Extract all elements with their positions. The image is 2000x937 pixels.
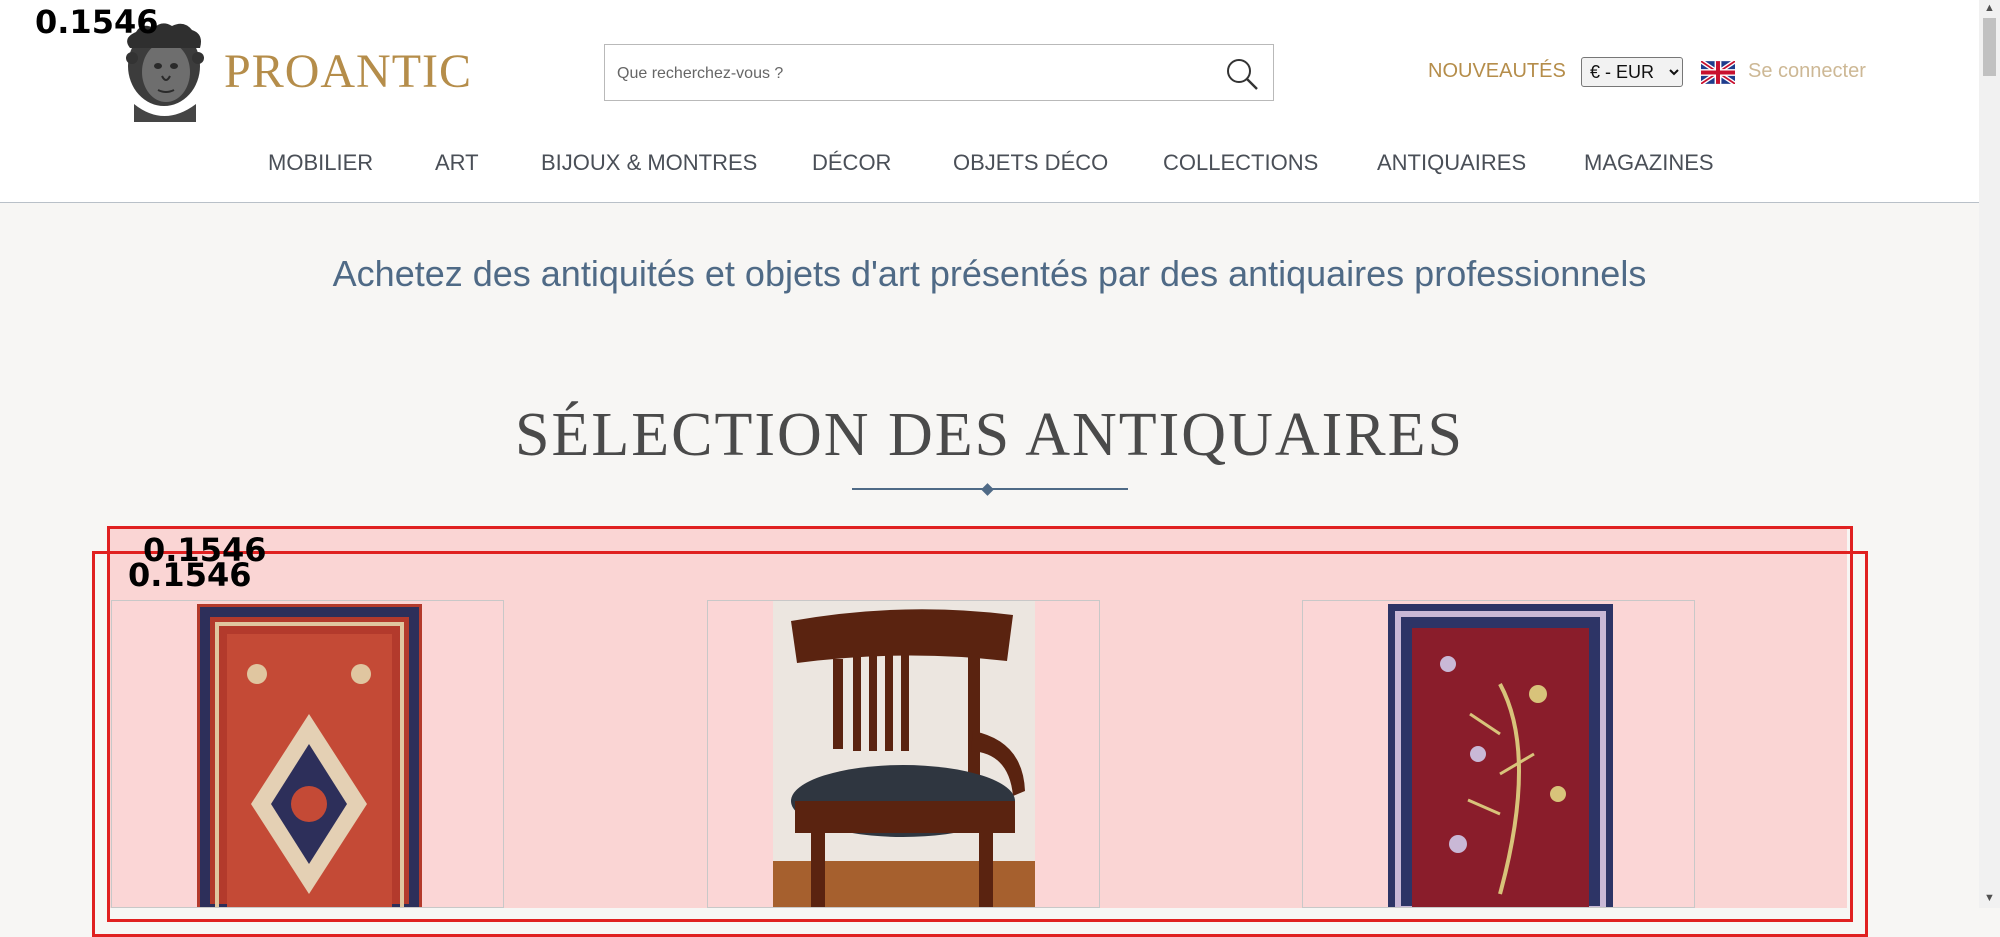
product-card[interactable] <box>707 600 1100 908</box>
uk-flag-icon[interactable] <box>1701 61 1735 84</box>
scroll-up-icon[interactable]: ▲ <box>1984 3 1995 14</box>
nav-item-antiquaires[interactable]: ANTIQUAIRES <box>1377 150 1526 176</box>
nav-item-art[interactable]: ART <box>435 150 479 176</box>
nav-item-objets-deco[interactable]: OBJETS DÉCO <box>953 150 1108 176</box>
product-card[interactable] <box>1302 600 1695 908</box>
scrollbar[interactable]: ▲ ▼ <box>1979 0 2000 908</box>
login-link[interactable]: Se connecter <box>1748 60 1866 83</box>
persian-rug-medallion-icon[interactable] <box>197 604 422 908</box>
overlay-score-label: 0.1546 <box>128 556 252 594</box>
persian-rug-animals-icon[interactable] <box>1388 604 1613 908</box>
site-header: PROANTIC 0.1546 NOUVEAUTÉS € - EUR Se co… <box>0 0 1979 203</box>
divider-diamond-icon <box>981 483 994 496</box>
nav-item-magazines[interactable]: MAGAZINES <box>1584 150 1714 176</box>
nav-item-decor[interactable]: DÉCOR <box>812 150 891 176</box>
scroll-thumb[interactable] <box>1983 18 1996 76</box>
mahogany-armchair-icon[interactable] <box>773 601 1035 908</box>
overlay-score-label: 0.1546 <box>35 3 159 41</box>
main-nav: MOBILIER ART BIJOUX & MONTRES DÉCOR OBJE… <box>0 150 1979 180</box>
product-card[interactable] <box>111 600 504 908</box>
nav-item-collections[interactable]: COLLECTIONS <box>1163 150 1318 176</box>
nav-item-bijoux-montres[interactable]: BIJOUX & MONTRES <box>541 150 757 176</box>
search-bar <box>604 44 1274 102</box>
section-title: SÉLECTION DES ANTIQUAIRES <box>515 401 1464 469</box>
scroll-down-icon[interactable]: ▼ <box>1984 893 1995 904</box>
page: PROANTIC 0.1546 NOUVEAUTÉS € - EUR Se co… <box>0 0 1979 937</box>
brand-name[interactable]: PROANTIC <box>224 44 472 99</box>
nav-item-mobilier[interactable]: MOBILIER <box>268 150 373 176</box>
search-input[interactable] <box>615 45 1199 102</box>
search-icon[interactable] <box>1225 57 1259 91</box>
tagline: Achetez des antiquités et objets d'art p… <box>332 253 1647 294</box>
new-arrivals-link[interactable]: NOUVEAUTÉS <box>1428 60 1566 83</box>
currency-select[interactable]: € - EUR <box>1581 57 1683 87</box>
